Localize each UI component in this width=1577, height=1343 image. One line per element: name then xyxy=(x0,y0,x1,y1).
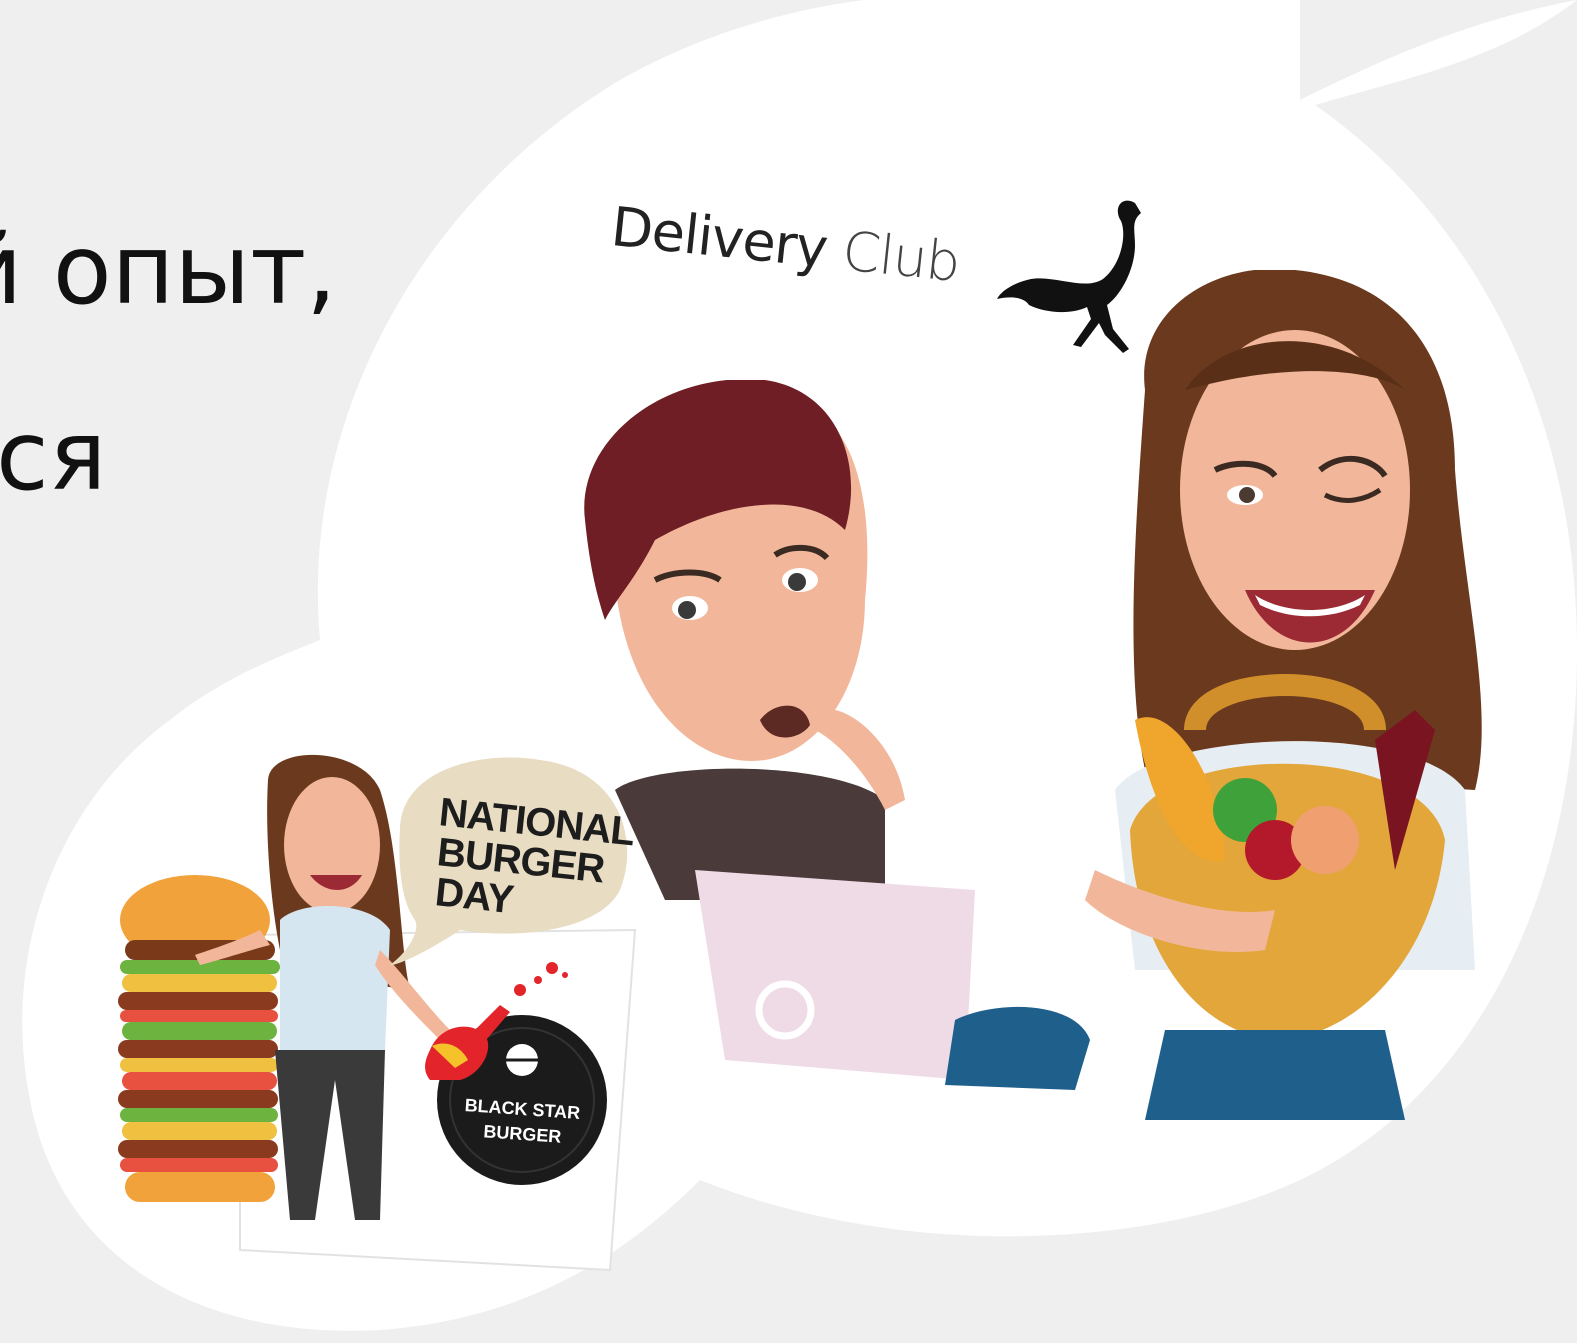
girl-with-basket-illustration xyxy=(1085,270,1482,1120)
burger-day-artwork: NATIONAL BURGER DAY BLACK STAR BURGER xyxy=(118,754,637,1272)
logo-word-club: Club xyxy=(839,219,963,295)
heading-line-2: ся xyxy=(0,400,107,512)
bubble-text-line-3: DAY xyxy=(433,870,516,922)
delivery-club-wordmark: Delivery Club xyxy=(608,195,962,294)
logo-word-delivery: Delivery xyxy=(608,195,830,281)
burger-stack xyxy=(118,875,280,1202)
heading-line-1: й опыт, xyxy=(0,214,337,326)
national-burger-day-sticker: NATIONAL BURGER DAY BLACK STAR BURGER xyxy=(100,750,660,1290)
